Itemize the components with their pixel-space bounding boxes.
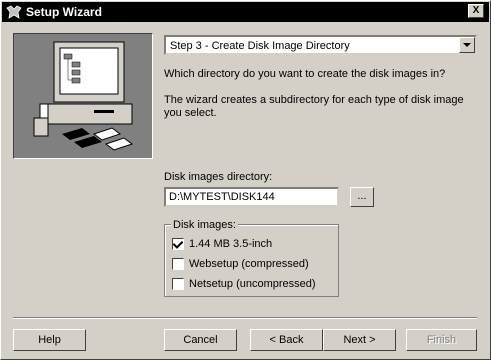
info-text-line2: you select. — [164, 107, 217, 119]
separator — [13, 317, 477, 319]
wizard-illustration — [13, 33, 153, 159]
disk-images-label: Disk images: — [171, 218, 238, 232]
step-select-value: Step 3 - Create Disk Image Directory — [170, 40, 350, 52]
wizard-icon — [6, 5, 22, 19]
setup-wizard-window: Setup Wizard X Step 3 - Create Disk Imag… — [0, 0, 491, 360]
checkbox-1-44mb-label[interactable]: 1.44 MB 3.5-inch — [189, 237, 272, 251]
close-button[interactable]: X — [468, 4, 484, 18]
help-button[interactable]: Help — [13, 329, 86, 351]
directory-label: Disk images directory: — [164, 171, 273, 183]
back-button[interactable]: < Back — [250, 329, 323, 351]
cancel-button[interactable]: Cancel — [164, 329, 237, 351]
next-button[interactable]: Next > — [323, 329, 396, 351]
title-bar[interactable]: Setup Wizard X — [2, 2, 489, 22]
checkbox-netsetup[interactable] — [172, 278, 184, 290]
directory-question: Which directory do you want to create th… — [164, 68, 446, 80]
info-text-line1: The wizard creates a subdirectory for ea… — [164, 94, 464, 106]
computer-icon — [33, 41, 134, 151]
step-select[interactable]: Step 3 - Create Disk Image Directory — [164, 35, 477, 55]
checkbox-1-44mb[interactable] — [172, 238, 184, 250]
browse-button[interactable]: ... — [350, 187, 374, 207]
checkbox-netsetup-label[interactable]: Netsetup (uncompressed) — [189, 277, 316, 291]
checkbox-websetup-label[interactable]: Websetup (compressed) — [189, 257, 309, 271]
chevron-down-icon[interactable] — [459, 37, 475, 53]
directory-field[interactable]: D:\MYTEST\DISK144 — [164, 187, 339, 207]
finish-button[interactable]: Finish — [406, 329, 477, 351]
window-title: Setup Wizard — [26, 5, 102, 19]
checkbox-websetup[interactable] — [172, 258, 184, 270]
directory-field-value: D:\MYTEST\DISK144 — [169, 191, 275, 203]
